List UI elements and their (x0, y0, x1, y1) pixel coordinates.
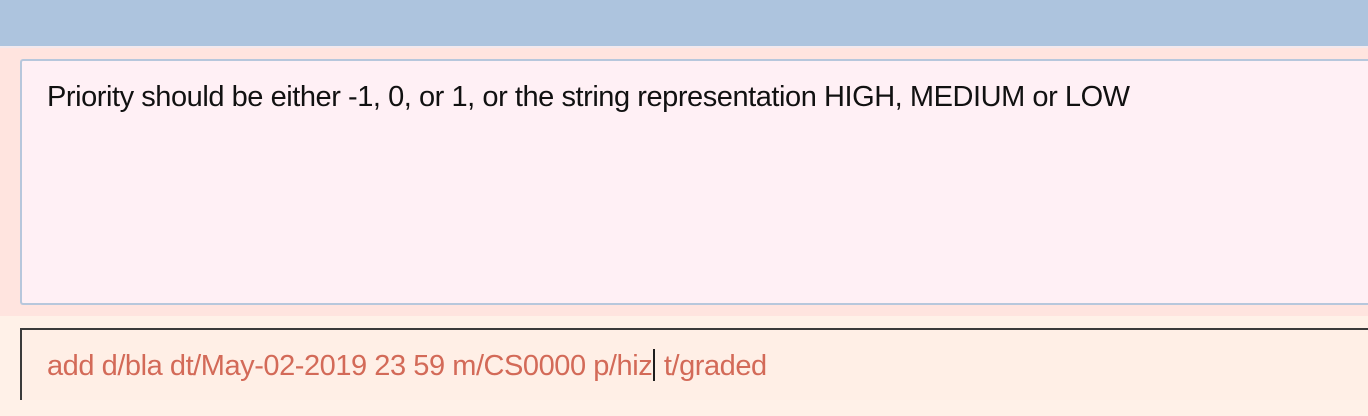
command-text-before-caret: add d/bla dt/May-02-2019 23 59 m/CS0000 … (47, 350, 653, 382)
result-display-box: Priority should be either -1, 0, or 1, o… (20, 59, 1368, 305)
top-menu-bar (0, 0, 1368, 46)
command-text-after-caret: t/graded (656, 350, 767, 382)
command-input[interactable]: add d/bla dt/May-02-2019 23 59 m/CS0000 … (47, 349, 767, 382)
command-input-box[interactable]: add d/bla dt/May-02-2019 23 59 m/CS0000 … (20, 328, 1368, 400)
text-caret (653, 349, 656, 381)
result-message: Priority should be either -1, 0, or 1, o… (47, 81, 1130, 113)
